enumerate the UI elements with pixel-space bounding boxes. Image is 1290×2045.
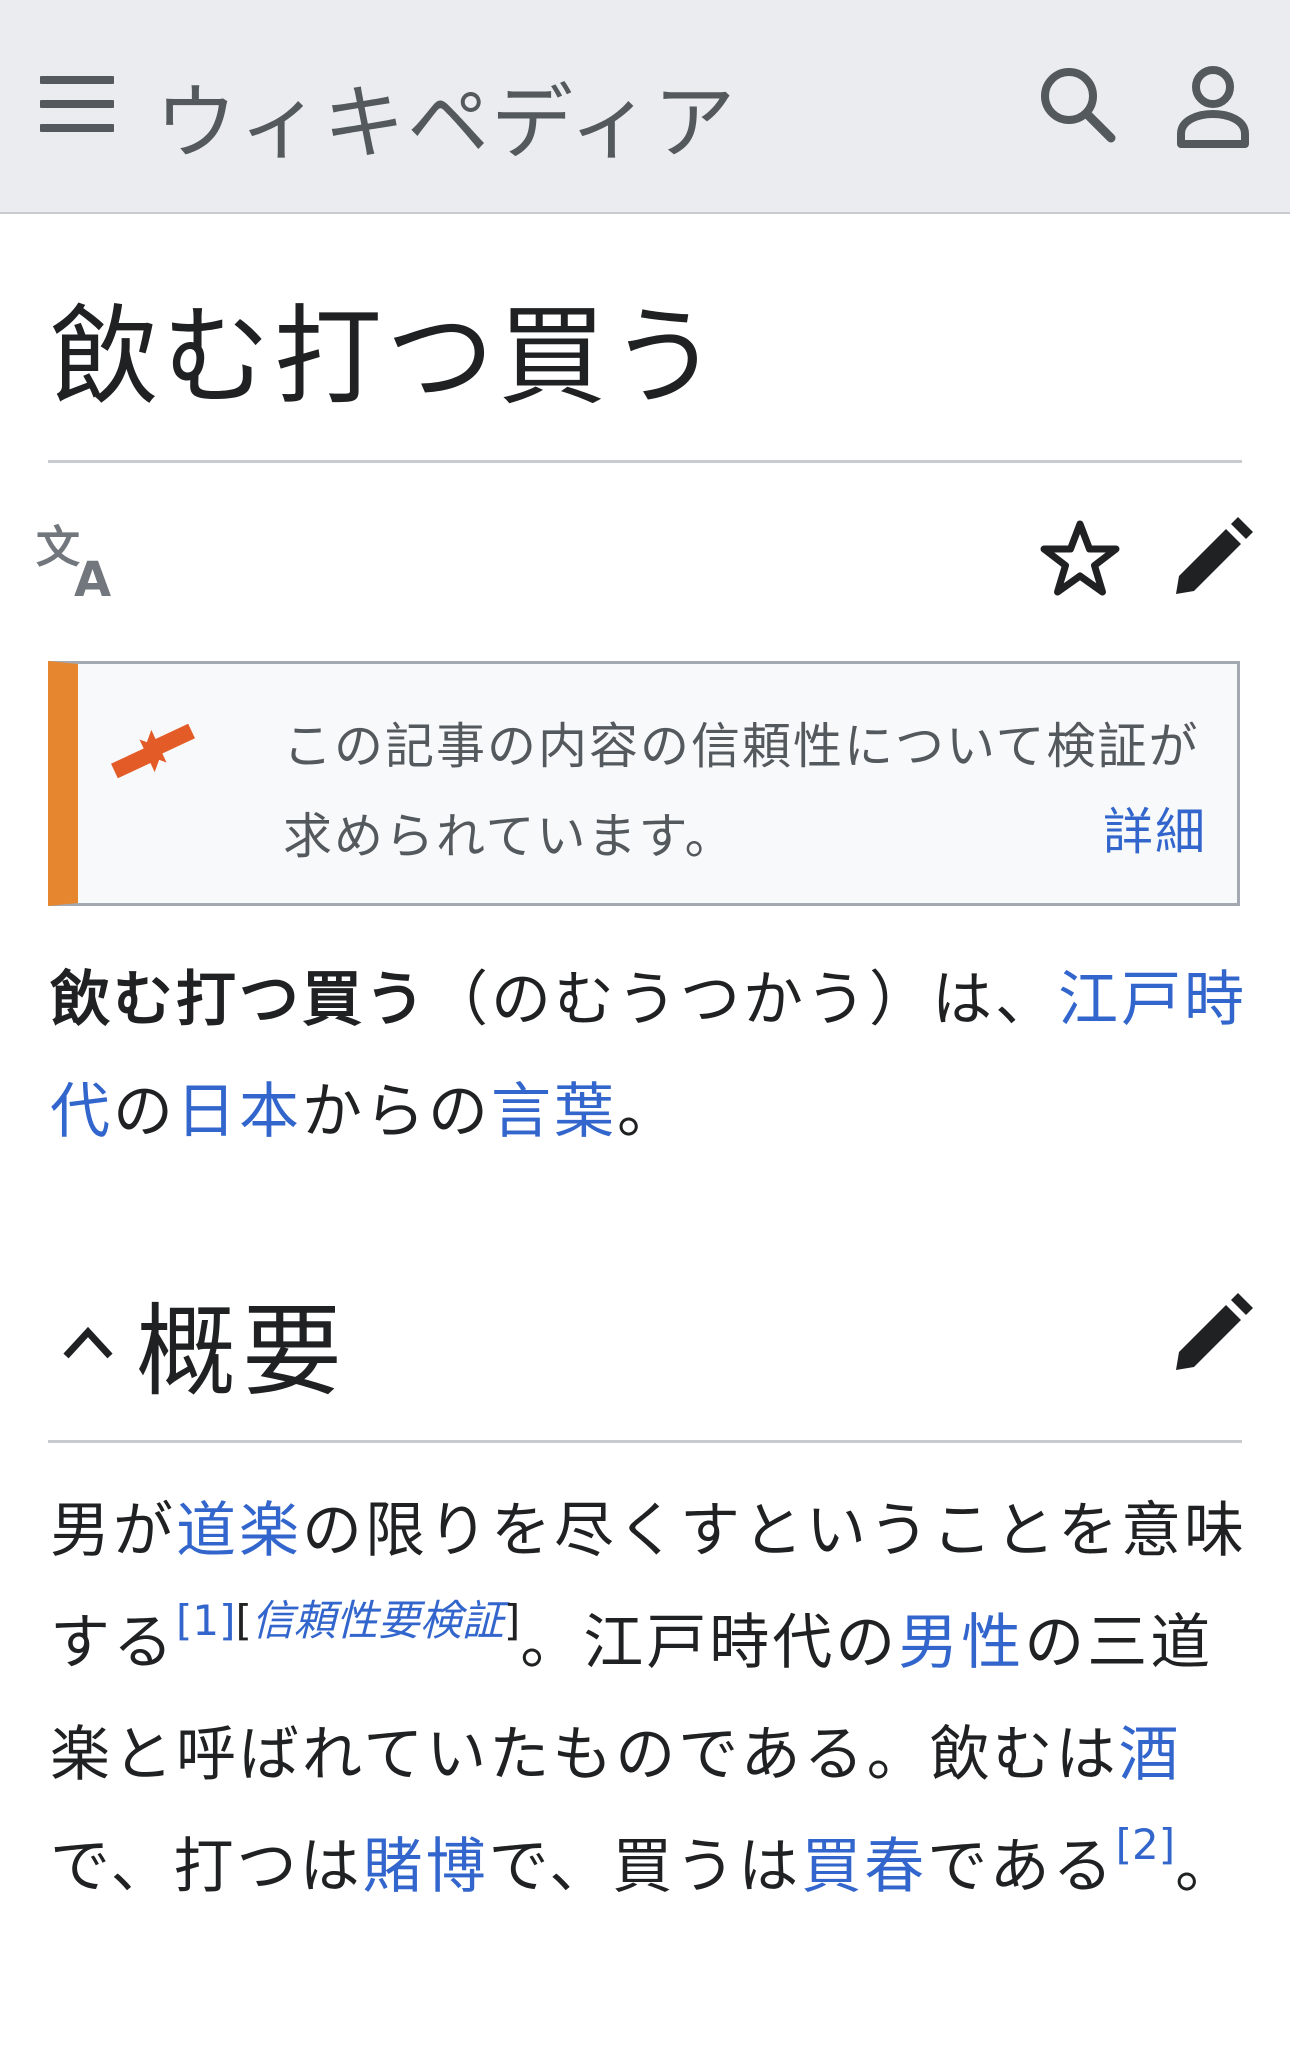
ref-link-1[interactable]: [1]: [176, 1596, 236, 1645]
link-word[interactable]: 言葉: [491, 1077, 617, 1147]
ref-link-2[interactable]: [2]: [1116, 1820, 1176, 1869]
body-text: で、打つは: [50, 1832, 363, 1902]
pencil-edit-icon[interactable]: [1168, 516, 1254, 602]
link-sake[interactable]: 酒: [1119, 1720, 1182, 1790]
section-header-overview[interactable]: 概要: [40, 1270, 1040, 1410]
page-title: 飲む打つ買う: [50, 295, 723, 420]
merge-arrows-icon: [111, 723, 195, 779]
section-edit-icon[interactable]: [1168, 1292, 1254, 1378]
star-icon[interactable]: [1038, 518, 1122, 602]
link-gambling[interactable]: 賭博: [363, 1832, 489, 1902]
citation-needed-link[interactable]: 信頼性要検証: [252, 1596, 504, 1645]
body-text: 男が: [50, 1496, 176, 1566]
link-male[interactable]: 男性: [898, 1608, 1024, 1678]
lead-text: からの: [302, 1077, 491, 1147]
title-divider: [48, 460, 1242, 463]
link-douraku[interactable]: 道楽: [176, 1496, 302, 1566]
section-divider: [48, 1440, 1242, 1443]
bracket: [: [235, 1596, 252, 1645]
wikipedia-wordmark[interactable]: ウィキペディア: [155, 56, 737, 175]
lead-text: の: [113, 1077, 176, 1147]
body-paragraph: 男が道楽の限りを尽くすということを意味する[1][信頼性要検証]。江戸時代の男性…: [50, 1475, 1250, 1923]
header-bar: ウィキペディア: [0, 0, 1290, 214]
lead-text: （のむうつかう）は、: [428, 965, 1058, 1035]
language-icon[interactable]: 文 A: [34, 520, 124, 600]
body-text: で、買うは: [488, 1832, 802, 1902]
reference-1: [1][信頼性要検証]: [176, 1596, 520, 1645]
lead-paragraph: 飲む打つ買う（のむうつかう）は、江戸時代の日本からの言葉。: [50, 944, 1250, 1168]
link-prostitution[interactable]: 買春: [801, 1832, 927, 1902]
body-text: である: [927, 1832, 1116, 1902]
search-button[interactable]: [1033, 60, 1123, 150]
hamburger-menu-icon[interactable]: [40, 72, 118, 136]
lead-text: 。: [617, 1077, 680, 1147]
bracket: ]: [503, 1596, 521, 1645]
notice-details-link[interactable]: 詳細: [1103, 792, 1207, 864]
reference-2: [2]: [1116, 1820, 1176, 1869]
body-text: 。江戸時代の: [520, 1608, 899, 1678]
body-text: 。: [1175, 1832, 1239, 1902]
link-japan[interactable]: 日本: [176, 1077, 302, 1147]
section-title: 概要: [136, 1293, 348, 1410]
notice-text: この記事の内容の信頼性について検証が求められています。: [283, 718, 1200, 865]
chevron-up-icon: [63, 1326, 113, 1359]
maintenance-notice: この記事の内容の信頼性について検証が求められています。 詳細: [48, 661, 1240, 906]
user-button[interactable]: [1168, 60, 1258, 150]
svg-text:A: A: [74, 552, 111, 600]
search-icon: [1041, 68, 1116, 143]
user-icon: [1177, 66, 1249, 148]
bold-term: 飲む打つ買う: [50, 965, 428, 1035]
